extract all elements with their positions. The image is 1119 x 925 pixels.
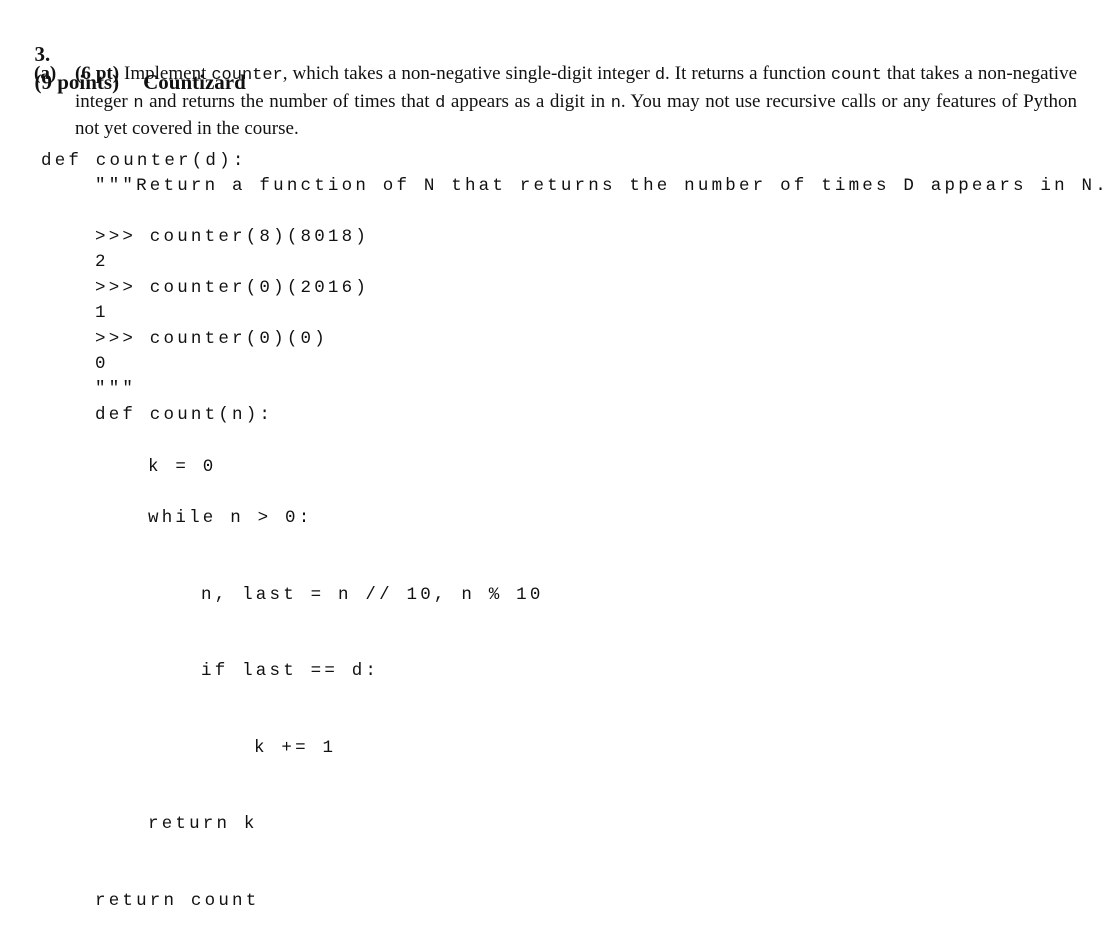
part-a-body: (6 pt) Implement counter, which takes a … bbox=[75, 61, 1077, 142]
part-a-text: , which takes a non-negative single-digi… bbox=[282, 63, 655, 84]
inline-code-n: n bbox=[133, 93, 144, 113]
inline-code-d: d bbox=[654, 66, 666, 85]
inline-code-counter: counter bbox=[211, 66, 283, 85]
code-line-doctest-1: >>> counter(8)(8018) bbox=[95, 227, 370, 247]
code-line-doctest-2: >>> counter(0)(2016) bbox=[95, 278, 370, 298]
code-line-docstring-end: """ bbox=[95, 379, 137, 399]
code-line-doctest-1-result: 2 bbox=[95, 252, 109, 272]
code-line-def-counter: def counter(d): bbox=[41, 151, 247, 171]
part-a-label: (a) bbox=[34, 63, 57, 84]
inline-code-n: n bbox=[610, 93, 621, 113]
code-line-increment: k += 1 bbox=[254, 738, 337, 758]
part-a-text: appears as a digit in bbox=[445, 90, 611, 112]
part-a-text: Implement bbox=[119, 63, 212, 84]
code-line-if: if last == d: bbox=[201, 661, 380, 681]
code-line-def-count: def count(n): bbox=[95, 405, 274, 425]
code-line-docstring: """Return a function of N that returns t… bbox=[95, 176, 1109, 196]
code-line-return-k: return k bbox=[148, 814, 258, 834]
code-line-doctest-2-result: 1 bbox=[95, 303, 109, 323]
code-line-while: while n > 0: bbox=[148, 508, 313, 528]
code-line-return-count: return count bbox=[95, 891, 260, 911]
part-a-text: . It returns a function bbox=[665, 63, 831, 84]
code-line-k-init: k = 0 bbox=[148, 457, 217, 477]
inline-code-d: d bbox=[435, 93, 446, 113]
part-a-text: and returns the number of times that bbox=[143, 90, 436, 112]
code-line-split-digit: n, last = n // 10, n % 10 bbox=[201, 585, 544, 605]
part-a-points: (6 pt) bbox=[75, 63, 120, 84]
inline-code-count: count bbox=[830, 66, 882, 85]
code-line-doctest-3-result: 0 bbox=[95, 354, 109, 374]
code-line-doctest-3: >>> counter(0)(0) bbox=[95, 329, 328, 349]
